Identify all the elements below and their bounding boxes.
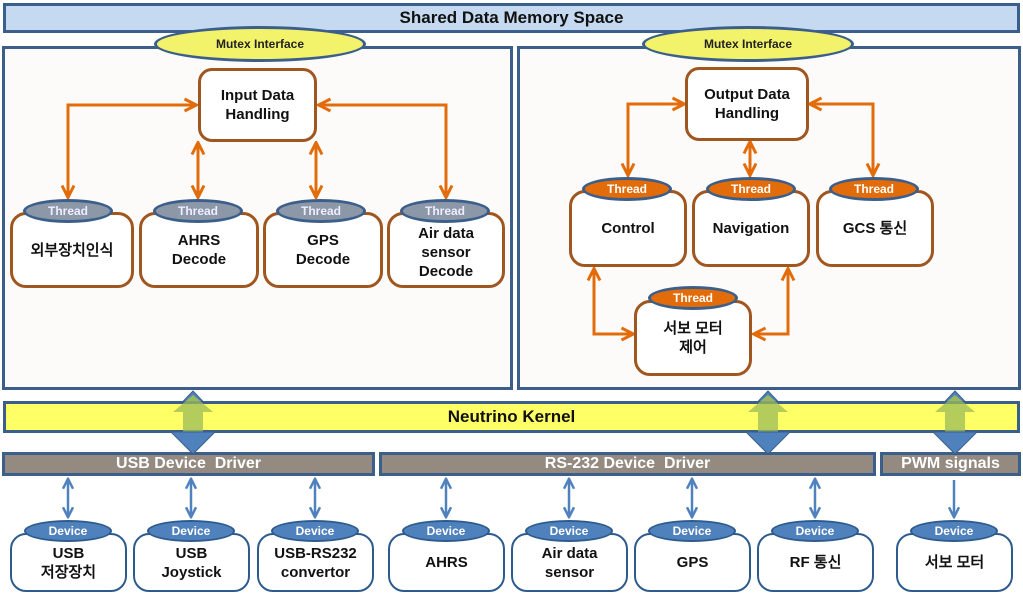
device-label: USB-RS232 convertor — [274, 544, 357, 581]
device-badge: Device — [771, 520, 859, 542]
device-label: Air data sensor — [541, 544, 598, 581]
device-label: RF 통신 — [789, 554, 842, 571]
device-badge: Device — [402, 520, 490, 542]
kernel-arrow-pwm-down-tip — [931, 431, 979, 455]
kernel-arrow-usb-down-tip — [169, 431, 217, 455]
device-label: USB 저장장치 — [40, 544, 97, 581]
device-label: AHRS — [425, 554, 468, 571]
device-badge: Device — [147, 520, 235, 542]
device-label: 서보 모터 — [924, 554, 985, 571]
kernel-arrow-tips — [169, 431, 979, 455]
device-badge: Device — [24, 520, 112, 542]
device-badge: Device — [525, 520, 613, 542]
device-badge: Device — [910, 520, 998, 542]
device-label: USB Joystick — [161, 544, 222, 581]
device-badge: Device — [648, 520, 736, 542]
device-badge: Device — [271, 520, 359, 542]
device-label: GPS — [676, 554, 709, 571]
kernel-arrow-rs232-down-tip — [744, 431, 792, 455]
